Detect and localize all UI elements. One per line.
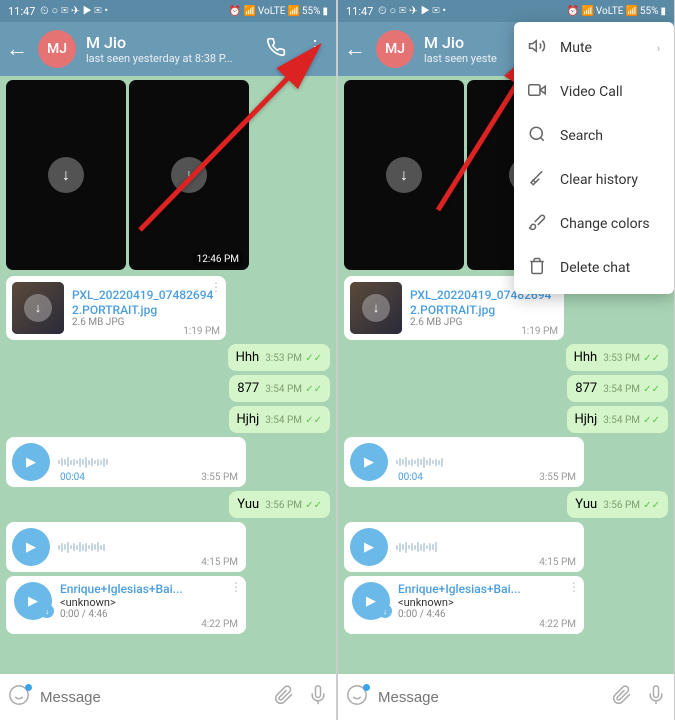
voice-message[interactable]: ▶ 4:15 PM: [6, 522, 246, 572]
back-button[interactable]: ←: [6, 36, 28, 62]
status-bar: 11:47 ⏲ ○ ✉ ✈ ▶ ✉ • ⏰ 📶 VoLTE📶 55%▮: [338, 0, 674, 22]
outgoing-messages: Hhh3:53 PM ✓✓ 8773:54 PM ✓✓ Hjhj3:54 PM …: [6, 344, 330, 433]
mic-button[interactable]: [646, 685, 666, 710]
contact-name: M Jio: [86, 33, 256, 52]
video-icon: [528, 81, 546, 103]
audio-file-message[interactable]: ▶↓ Enrique+Iglesias+Bai... <unknown> 0:0…: [6, 576, 246, 634]
media-thumbnail[interactable]: ↓: [344, 80, 464, 270]
message-input[interactable]: [378, 689, 602, 706]
menu-label: Mute: [560, 40, 592, 56]
menu-label: Video Call: [560, 84, 623, 100]
status-icons: ⏲ ○ ✉ ✈ ▶ ✉ •: [37, 4, 108, 18]
message-time: 4:22 PM: [201, 619, 238, 630]
text-message[interactable]: Hhh3:53 PM ✓✓: [228, 344, 330, 371]
media-timestamp: 12:46 PM: [193, 253, 243, 266]
last-seen: last seen yesterday at 8:38 P...: [86, 52, 256, 65]
menu-item-search[interactable]: Search: [514, 114, 674, 158]
message-input-bar: [0, 674, 336, 720]
menu-label: Search: [560, 128, 603, 144]
text-message[interactable]: Hjhj3:54 PM ✓✓: [567, 406, 668, 433]
file-name: PXL_20220419_074826942.PORTRAIT.jpg: [72, 288, 220, 317]
header-info[interactable]: M Jio last seen yesterday at 8:38 P...: [86, 33, 256, 65]
download-icon[interactable]: ↓: [24, 294, 52, 322]
media-thumbnail[interactable]: ↓: [6, 80, 126, 270]
file-message[interactable]: ↓ PXL_20220419_074826942.PORTRAIT.jpg 2.…: [6, 276, 226, 340]
message-time: 3:55 PM: [201, 472, 238, 483]
media-thumbnail[interactable]: ↓ 12:46 PM: [129, 80, 249, 270]
status-icons-right: ⏰ 📶: [229, 6, 256, 17]
menu-label: Clear history: [560, 172, 638, 188]
menu-item-video-call[interactable]: Video Call: [514, 70, 674, 114]
broom-icon: [528, 169, 546, 191]
back-button[interactable]: ←: [344, 36, 366, 62]
download-badge: ↓: [40, 604, 54, 618]
waveform[interactable]: [58, 452, 240, 472]
text-message[interactable]: Hjhj3:54 PM ✓✓: [229, 406, 330, 433]
play-button[interactable]: ▶: [12, 528, 50, 566]
chevron-right-icon: ›: [657, 42, 660, 55]
download-icon[interactable]: ↓: [48, 157, 84, 193]
options-menu: Mute › Video Call Search Clear history Ch…: [514, 22, 674, 294]
brush-icon: [528, 213, 546, 235]
screen-right: 11:47 ⏲ ○ ✉ ✈ ▶ ✉ • ⏰ 📶 VoLTE📶 55%▮ ← MJ…: [338, 0, 674, 720]
menu-item-mute[interactable]: Mute ›: [514, 26, 674, 70]
voice-message[interactable]: ▶ 00:04 3:55 PM: [6, 437, 246, 487]
text-message[interactable]: Yuu3:56 PM ✓✓: [567, 491, 668, 518]
text-message[interactable]: Hhh3:53 PM ✓✓: [566, 344, 668, 371]
emoji-button[interactable]: [8, 684, 30, 711]
volume-icon: [528, 37, 546, 59]
voice-message[interactable]: ▶ 00:04 3:55 PM: [344, 437, 584, 487]
menu-item-change-colors[interactable]: Change colors: [514, 202, 674, 246]
mic-button[interactable]: [308, 685, 328, 710]
menu-item-delete-chat[interactable]: Delete chat: [514, 246, 674, 290]
message-menu[interactable]: ⋮: [230, 580, 242, 594]
menu-label: Delete chat: [560, 260, 630, 276]
search-icon: [528, 125, 546, 147]
menu-label: Change colors: [560, 216, 650, 232]
more-button[interactable]: ⋮: [306, 37, 324, 62]
text-message[interactable]: Yuu3:56 PM ✓✓: [229, 491, 330, 518]
screen-left: 11:47 ⏲ ○ ✉ ✈ ▶ ✉ • ⏰ 📶 VoLTE📶 55%▮ ← MJ…: [0, 0, 336, 720]
play-button[interactable]: ▶: [12, 443, 50, 481]
file-thumbnail[interactable]: ↓: [12, 282, 64, 334]
audio-file-message[interactable]: ▶↓ Enrique+Iglesias+Bai... <unknown> 0:0…: [344, 576, 584, 634]
avatar[interactable]: MJ: [376, 30, 414, 68]
message-input-bar: [338, 674, 674, 720]
chat-header: ← MJ M Jio last seen yesterday at 8:38 P…: [0, 22, 336, 76]
track-title: Enrique+Iglesias+Bai...: [60, 582, 238, 596]
play-button[interactable]: ▶↓: [14, 582, 52, 620]
text-message[interactable]: 8773:54 PM ✓✓: [567, 375, 668, 402]
message-time: 1:19 PM: [183, 326, 220, 337]
track-artist: <unknown>: [60, 596, 238, 609]
text-message[interactable]: 8773:54 PM ✓✓: [229, 375, 330, 402]
download-icon[interactable]: ↓: [171, 157, 207, 193]
download-icon[interactable]: ↓: [386, 157, 422, 193]
call-button[interactable]: [266, 37, 286, 62]
message-menu[interactable]: ⋮: [210, 280, 222, 294]
message-input[interactable]: [40, 689, 264, 706]
waveform[interactable]: [58, 537, 240, 557]
voice-duration: 00:04: [60, 472, 85, 483]
chat-area[interactable]: ↓ ↓ 12:46 PM ↓ PXL_20220419_074826942.POR…: [0, 76, 336, 674]
emoji-button[interactable]: [346, 684, 368, 711]
menu-item-clear-history[interactable]: Clear history: [514, 158, 674, 202]
status-bar: 11:47 ⏲ ○ ✉ ✈ ▶ ✉ • ⏰ 📶 VoLTE📶 55%▮: [0, 0, 336, 22]
avatar[interactable]: MJ: [38, 30, 76, 68]
attach-button[interactable]: [274, 685, 294, 710]
message-time: 4:15 PM: [201, 557, 238, 568]
attach-button[interactable]: [612, 685, 632, 710]
voice-message[interactable]: ▶ 4:15 PM: [344, 522, 584, 572]
trash-icon: [528, 257, 546, 279]
